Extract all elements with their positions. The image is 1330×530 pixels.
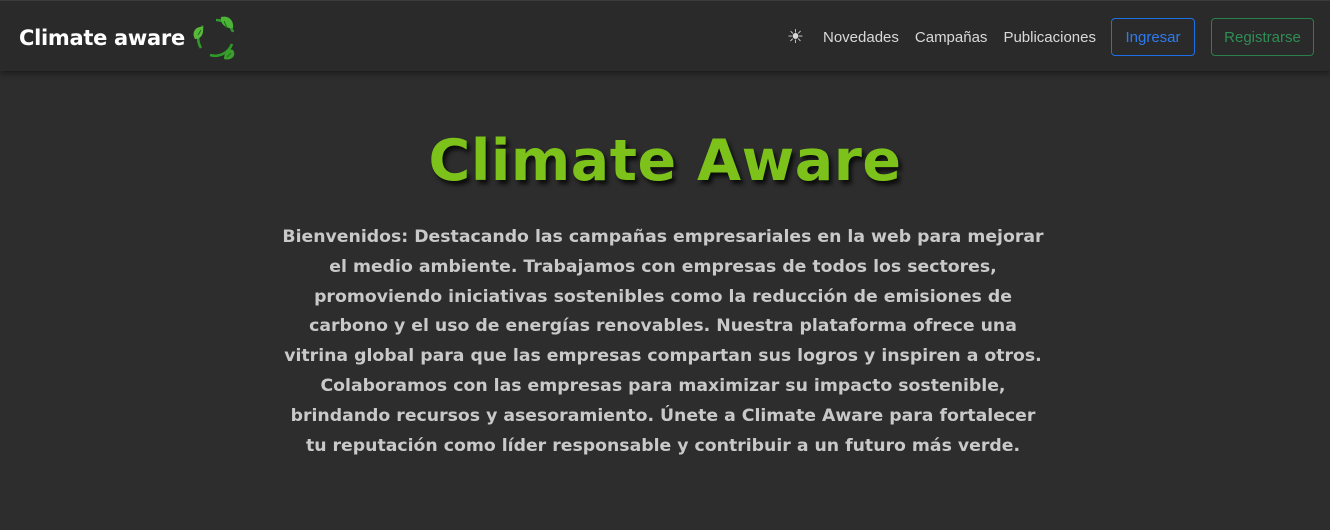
brand-link[interactable]: Climate aware: [19, 15, 239, 61]
top-navbar: Climate aware ☀ Novedades Campañas Publi…: [0, 0, 1330, 71]
theme-toggle-sun-icon[interactable]: ☀: [787, 26, 804, 48]
recycle-leaves-icon: [193, 16, 235, 60]
hero-description: Bienvenidos: Destacando las campañas emp…: [282, 227, 1044, 456]
nav-link-novedades[interactable]: Novedades: [823, 29, 899, 46]
nav-link-campanas[interactable]: Campañas: [915, 29, 988, 46]
nav-link-publicaciones[interactable]: Publicaciones: [1003, 29, 1096, 46]
hero-title: Climate Aware: [428, 128, 902, 194]
nav-menu: ☀ Novedades Campañas Publicaciones Ingre…: [787, 18, 1314, 56]
login-button[interactable]: Ingresar: [1111, 18, 1195, 56]
register-button[interactable]: Registrarse: [1211, 18, 1314, 56]
brand-name: Climate aware: [19, 26, 185, 50]
